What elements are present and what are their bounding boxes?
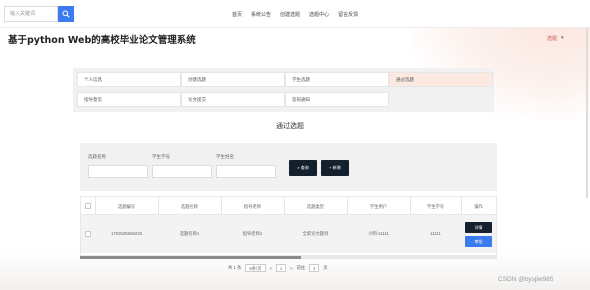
student-no-input[interactable] <box>152 165 212 178</box>
plus-icon: + <box>329 165 332 170</box>
pagination: 共 1 条 5条/页 < 1 > 前往 1 页 <box>228 264 327 272</box>
menu-item-approved-topics[interactable]: 通过选题 <box>389 72 493 87</box>
header-topic-type: 选题类型 <box>306 204 325 209</box>
search-icon <box>62 10 70 18</box>
chevron-down-icon: ▾ <box>561 35 564 41</box>
student-name-input[interactable] <box>216 165 276 178</box>
row-checkbox[interactable] <box>85 231 91 237</box>
search-input[interactable]: 输入关键词 <box>4 6 58 22</box>
select-all-checkbox[interactable] <box>85 203 91 209</box>
search-button[interactable]: ⌕ 查询 <box>289 160 317 176</box>
user-menu-label: 选题 <box>547 36 558 42</box>
approve-button[interactable]: 审批 <box>465 236 492 247</box>
cell-student-no: 11111 <box>430 231 441 236</box>
nav-home[interactable]: 首页 <box>232 11 242 18</box>
goto-page-input[interactable]: 1 <box>309 264 320 272</box>
page-size-select[interactable]: 5条/页 <box>245 264 266 272</box>
nav-announcements[interactable]: 系统公告 <box>251 11 271 18</box>
current-page[interactable]: 1 <box>276 264 287 272</box>
topic-name-input[interactable] <box>88 165 148 178</box>
cell-topic-type: 全职论文题目 <box>302 231 329 236</box>
nav-feedback[interactable]: 留言反馈 <box>338 11 358 18</box>
header-actions: 操作 <box>474 204 483 209</box>
table-header: 选题编号 选题名称 指导老师 选题类型 学生用户 学生学号 操作 <box>81 197 496 215</box>
top-bar: 输入关键词 首页 系统公告 创建选题 选题中心 留言反馈 <box>0 0 590 28</box>
horizontal-scrollbar[interactable] <box>80 256 497 259</box>
menu-item-personal-info[interactable]: 个人信息 <box>77 72 181 87</box>
filter-panel: 选题名称 学生学号 学生姓名 ⌕ 查询 + 新增 <box>80 143 497 191</box>
nav-create-topic[interactable]: 创建选题 <box>280 11 300 18</box>
scrollbar-thumb[interactable] <box>80 256 301 259</box>
header-teacher: 指导老师 <box>243 204 262 209</box>
header-topic-name: 选题名称 <box>180 204 199 209</box>
filter-label-student-no: 学生学号 <box>152 154 170 159</box>
menu-item-student-topics[interactable]: 学生选题 <box>285 72 389 87</box>
page-title: 基于python Web的高校毕业论文管理系统 <box>8 35 196 46</box>
pagination-total: 共 1 条 <box>228 265 242 270</box>
cell-topic-name: 选题名称1 <box>179 231 200 236</box>
add-button[interactable]: + 新增 <box>321 160 349 176</box>
menu-item-thesis-submit[interactable]: 论文提交 <box>181 92 285 107</box>
header-topic-id: 选题编号 <box>117 204 136 209</box>
search-button-label: 查询 <box>300 165 309 170</box>
section-title: 通过选题 <box>276 123 304 130</box>
menu-item-defense-notice[interactable]: 答辩通知 <box>285 92 389 107</box>
prev-page-button[interactable]: < <box>270 266 273 271</box>
search-button[interactable] <box>58 6 74 22</box>
cell-student-user: 小明-11111 <box>368 231 389 236</box>
top-nav: 首页 系统公告 创建选题 选题中心 留言反馈 <box>232 11 358 18</box>
page-scrollbar[interactable] <box>586 28 588 198</box>
header-student-no: 学生学号 <box>426 204 445 209</box>
menu-item-create-topic[interactable]: 创建选题 <box>181 72 285 87</box>
menu-item-guidance[interactable]: 指导意见 <box>77 92 181 107</box>
search-icon: ⌕ <box>297 165 300 170</box>
cell-topic-id: 1763535566225 <box>110 231 143 236</box>
data-table: 选题编号 选题名称 指导老师 选题类型 学生用户 学生学号 操作 1763535… <box>80 196 497 256</box>
center-menu: 个人信息 创建选题 学生选题 通过选题 指导意见 论文提交 答辩通知 <box>73 68 494 112</box>
user-menu[interactable]: 选题 ▾ <box>547 35 564 42</box>
nav-topic-center[interactable]: 选题中心 <box>309 11 329 18</box>
cell-teacher: 指导老师1 <box>242 231 263 236</box>
add-button-label: 新增 <box>332 165 341 170</box>
next-page-button[interactable]: > <box>290 266 293 271</box>
watermark: CSDN @bysjlw985 <box>498 276 554 283</box>
page-unit-label: 页 <box>323 265 328 270</box>
detail-button[interactable]: 详情 <box>465 222 492 233</box>
table-row: 1763535566225 选题名称1 指导老师1 全职论文题目 小明-1111… <box>81 215 496 253</box>
header-student-user: 学生用户 <box>369 204 388 209</box>
goto-label: 前往 <box>296 265 306 270</box>
filter-label-student-name: 学生姓名 <box>216 154 234 159</box>
filter-label-topic: 选题名称 <box>88 154 106 159</box>
